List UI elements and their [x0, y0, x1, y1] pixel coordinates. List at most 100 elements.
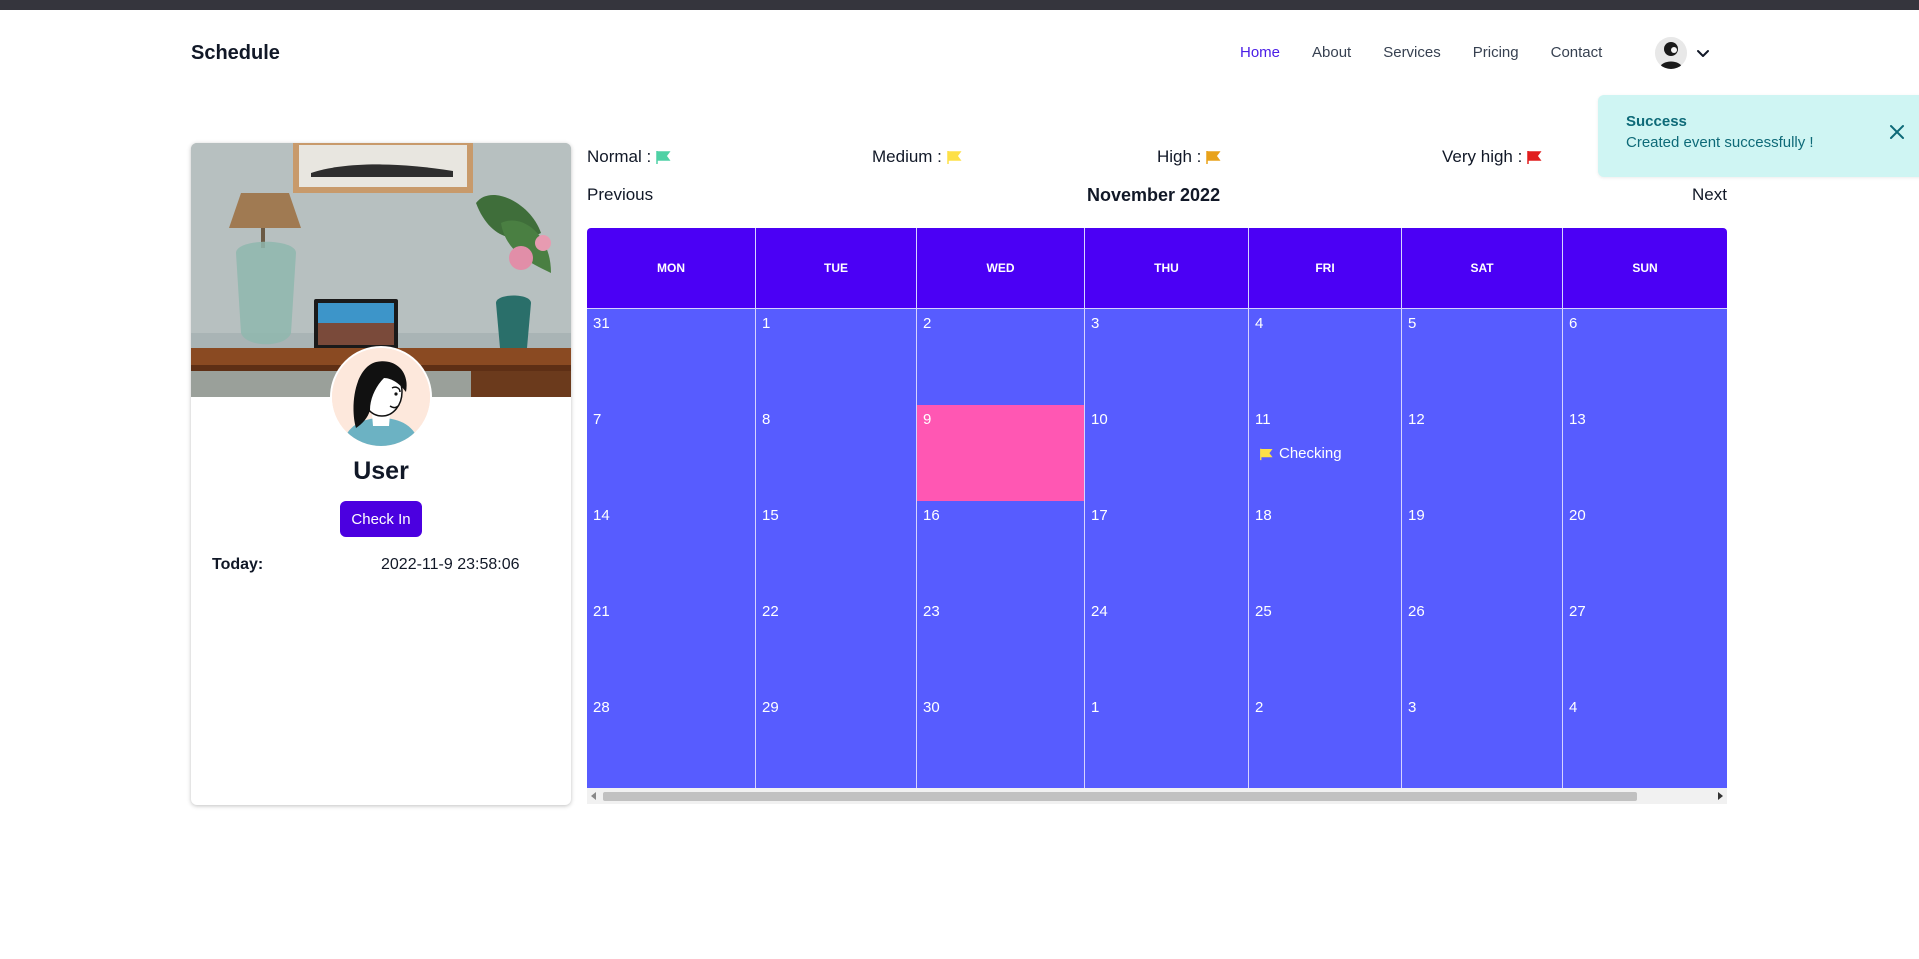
- profile-card: User Check In Today: 2022-11-9 23:58:06: [191, 143, 571, 805]
- scroll-left-arrow[interactable]: [591, 792, 596, 800]
- calendar-day-cell[interactable]: 26: [1402, 597, 1563, 693]
- legend-flag: [947, 151, 962, 164]
- calendar-week-row: 14 15 16 17 18 19 20: [587, 500, 1727, 597]
- calendar-day-cell[interactable]: 29: [756, 693, 917, 788]
- profile-name: User: [353, 457, 409, 485]
- check-in-button[interactable]: Check In: [340, 501, 422, 537]
- next-month-button[interactable]: Next: [1692, 185, 1727, 205]
- calendar-day-cell[interactable]: 3: [1402, 693, 1563, 788]
- month-title: November 2022: [1087, 185, 1221, 205]
- day-number: 20: [1569, 507, 1586, 524]
- day-number: 7: [593, 411, 602, 428]
- calendar-day-cell[interactable]: 4: [1563, 693, 1727, 788]
- user-menu[interactable]: [1655, 37, 1711, 69]
- event-title: Checking: [1279, 445, 1342, 462]
- nav-link-about[interactable]: About: [1312, 44, 1351, 61]
- legend-flag: [1527, 151, 1542, 164]
- calendar-day-cell[interactable]: 25: [1249, 597, 1402, 693]
- calendar-day-cell[interactable]: 21: [587, 597, 756, 693]
- nav-links: Home About Services Pricing Contact: [1240, 44, 1634, 61]
- toast-title: Success: [1626, 113, 1687, 130]
- flag-icon: [656, 151, 671, 164]
- previous-month-button[interactable]: Previous: [587, 185, 653, 205]
- legend-flag: [656, 151, 671, 164]
- calendar-day-cell[interactable]: 17: [1085, 501, 1249, 597]
- scroll-right-arrow[interactable]: [1718, 792, 1723, 800]
- calendar-day-cell[interactable]: 1: [1085, 693, 1249, 788]
- day-number: 2: [923, 315, 932, 332]
- calendar-day-cell[interactable]: 27: [1563, 597, 1727, 693]
- today-datetime: 2022-11-9 23:58:06: [381, 556, 520, 573]
- day-number: 3: [1408, 699, 1417, 716]
- calendar-week-row: 21 22 23 24 25 26 27: [587, 596, 1727, 693]
- day-number: 27: [1569, 603, 1586, 620]
- horizontal-scrollbar[interactable]: [587, 788, 1727, 804]
- calendar-day-cell[interactable]: 10: [1085, 405, 1249, 501]
- calendar-event[interactable]: Checking: [1259, 445, 1342, 462]
- calendar-day-cell[interactable]: 8: [756, 405, 917, 501]
- day-number: 25: [1255, 603, 1272, 620]
- calendar-day-cell[interactable]: 28: [587, 693, 756, 788]
- day-number: 11: [1255, 411, 1271, 428]
- calendar-day-cell[interactable]: 7: [587, 405, 756, 501]
- day-number: 14: [593, 507, 610, 524]
- calendar-day-cell[interactable]: 12: [1402, 405, 1563, 501]
- calendar-day-cell[interactable]: 31: [587, 309, 756, 405]
- calendar-day-cell[interactable]: 22: [756, 597, 917, 693]
- day-number: 31: [593, 315, 610, 332]
- day-number: 15: [762, 507, 779, 524]
- flag-icon: [1527, 151, 1542, 164]
- nav-link-pricing[interactable]: Pricing: [1473, 44, 1519, 61]
- calendar-body: 31 1 2 3 4 5 6 7 8 9 10 11 Checking 12 13 14 15 16 17 18 19 2…: [587, 308, 1727, 788]
- close-icon[interactable]: [1888, 123, 1906, 141]
- calendar-day-cell[interactable]: 14: [587, 501, 756, 597]
- scrollbar-thumb[interactable]: [603, 792, 1637, 801]
- day-number: 17: [1091, 507, 1108, 524]
- calendar-day-cell[interactable]: 13: [1563, 405, 1727, 501]
- day-number: 1: [1091, 699, 1100, 716]
- day-number: 6: [1569, 315, 1578, 332]
- legend-label: Very high :: [1442, 147, 1523, 166]
- calendar-day-cell[interactable]: 23: [917, 597, 1085, 693]
- calendar-day-cell[interactable]: 19: [1402, 501, 1563, 597]
- calendar-day-cell[interactable]: 18: [1249, 501, 1402, 597]
- browser-top-strip: [0, 0, 1919, 10]
- calendar-day-cell[interactable]: 1: [756, 309, 917, 405]
- weekday-header: THU: [1085, 228, 1249, 308]
- calendar-day-cell[interactable]: 6: [1563, 309, 1727, 405]
- calendar-day-cell[interactable]: 2: [917, 309, 1085, 405]
- legend-label: High :: [1157, 147, 1202, 166]
- legend-high: High :: [1157, 145, 1221, 169]
- day-number: 10: [1091, 411, 1108, 428]
- calendar-day-cell[interactable]: 3: [1085, 309, 1249, 405]
- calendar-day-cell-today[interactable]: 9: [917, 405, 1085, 501]
- flag-icon: [1206, 151, 1221, 164]
- day-number: 30: [923, 699, 940, 716]
- brand-logo[interactable]: Schedule: [191, 42, 280, 65]
- calendar-day-cell[interactable]: 30: [917, 693, 1085, 788]
- day-number: 13: [1569, 411, 1586, 428]
- calendar-day-cell[interactable]: 11 Checking: [1249, 405, 1402, 501]
- day-number: 24: [1091, 603, 1108, 620]
- day-number: 3: [1091, 315, 1100, 332]
- nav-link-contact[interactable]: Contact: [1551, 44, 1603, 61]
- flag-icon: [1260, 448, 1273, 460]
- calendar-day-cell[interactable]: 4: [1249, 309, 1402, 405]
- calendar-day-cell[interactable]: 16: [917, 501, 1085, 597]
- nav-link-home[interactable]: Home: [1240, 44, 1280, 61]
- chevron-down-icon[interactable]: [1695, 45, 1711, 61]
- legend-normal: Normal :: [587, 145, 671, 169]
- day-number: 9: [923, 411, 932, 428]
- user-avatar[interactable]: [1655, 37, 1687, 69]
- weekday-header: TUE: [756, 228, 917, 308]
- calendar-day-cell[interactable]: 15: [756, 501, 917, 597]
- profile-avatar: [330, 346, 432, 448]
- nav-link-services[interactable]: Services: [1383, 44, 1441, 61]
- calendar-day-cell[interactable]: 24: [1085, 597, 1249, 693]
- day-number: 4: [1569, 699, 1578, 716]
- calendar-day-cell[interactable]: 2: [1249, 693, 1402, 788]
- legend-flag: [1206, 151, 1221, 164]
- calendar-day-cell[interactable]: 5: [1402, 309, 1563, 405]
- calendar-day-cell[interactable]: 20: [1563, 501, 1727, 597]
- day-number: 29: [762, 699, 779, 716]
